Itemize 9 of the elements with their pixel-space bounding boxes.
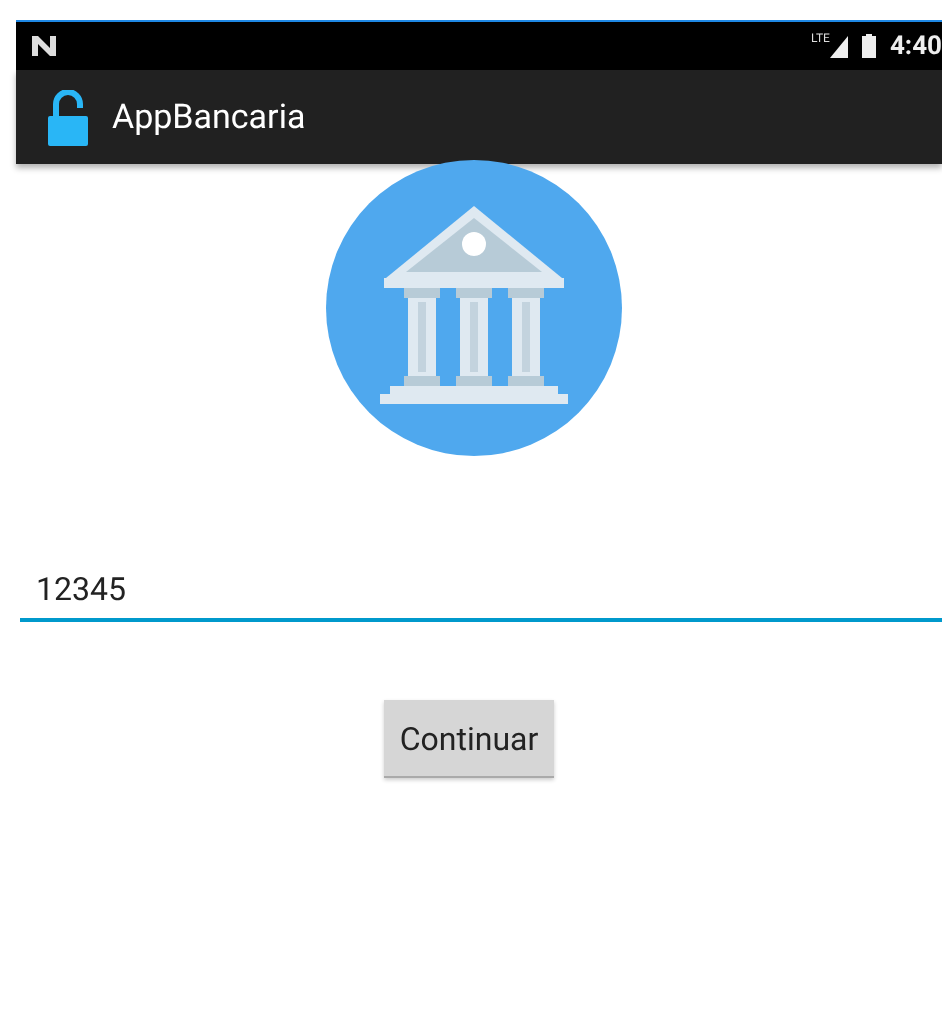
signal-icon [829, 35, 848, 57]
padlock-icon [48, 89, 88, 145]
continue-button[interactable]: Continuar [383, 700, 555, 778]
app-title: AppBancaria [112, 97, 306, 137]
notification-icon [32, 36, 56, 56]
account-number-field[interactable]: 12345 [20, 554, 942, 622]
battery-icon [861, 34, 876, 58]
clock: 4:40 [889, 31, 942, 61]
bank-logo-icon [324, 158, 624, 458]
